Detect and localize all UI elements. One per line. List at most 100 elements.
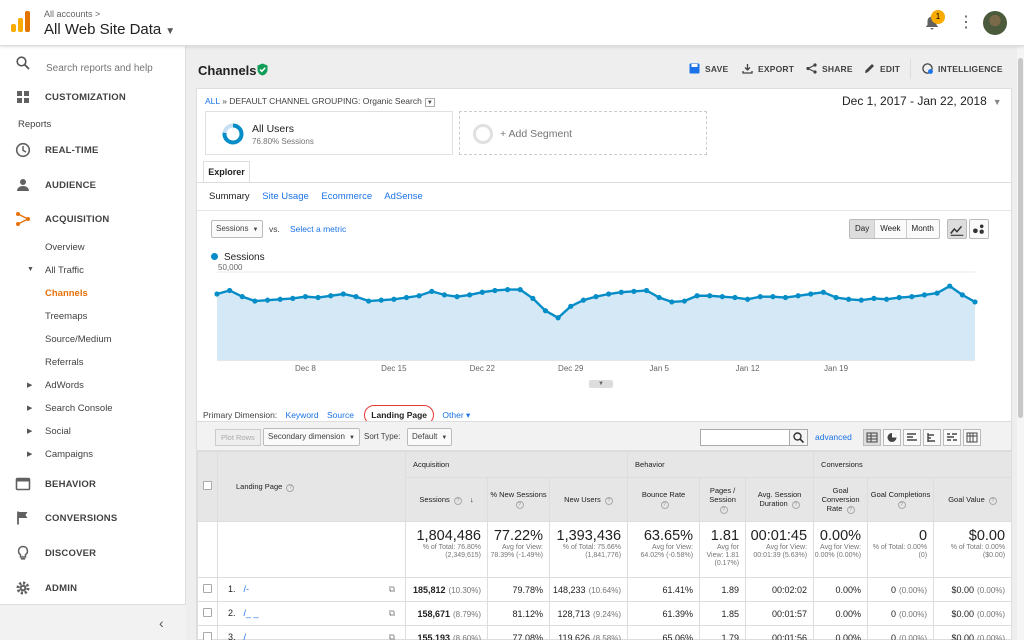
help-icon[interactable]: ?	[988, 496, 997, 505]
advanced-filter-link[interactable]: advanced	[815, 432, 852, 442]
week-button[interactable]: Week	[875, 220, 907, 238]
help-icon[interactable]: ?	[660, 501, 669, 509]
search-button[interactable]	[789, 430, 807, 445]
select-metric-link[interactable]: Select a metric	[290, 224, 346, 234]
sort-type-select[interactable]: Default ▼	[407, 428, 453, 446]
dimension-source[interactable]: Source	[327, 410, 354, 420]
sidebar-sub-social[interactable]: Social	[45, 426, 71, 437]
landing-page-link[interactable]: /_ _	[244, 608, 259, 618]
help-icon[interactable]: ?	[453, 496, 462, 505]
sidebar-sub-overview[interactable]: Overview	[45, 242, 85, 253]
tab-explorer[interactable]: Explorer	[203, 161, 250, 183]
sidebar-sub-treemaps[interactable]: Treemaps	[45, 311, 87, 322]
view-performance-button[interactable]	[903, 429, 921, 446]
view-term-cloud-button[interactable]	[943, 429, 961, 446]
analytics-logo[interactable]	[10, 10, 32, 32]
help-icon[interactable]: ?	[604, 496, 613, 505]
chart-collapse-handle[interactable]: ▼	[589, 380, 613, 388]
subtab-ecommerce[interactable]: Ecommerce	[321, 191, 372, 202]
metric-select[interactable]: Sessions ▼	[211, 220, 264, 238]
col-goal-conv-rate[interactable]: Goal Conversion Rate ?	[813, 477, 869, 522]
view-pie-button[interactable]	[883, 429, 901, 446]
col-landing-page[interactable]: Landing Page ?	[217, 451, 406, 522]
sidebar-sub-all-traffic[interactable]: All Traffic	[45, 265, 84, 276]
avatar[interactable]	[983, 11, 1007, 35]
page-scrollbar[interactable]	[1017, 46, 1024, 640]
account-breadcrumb[interactable]: All accounts >	[44, 9, 100, 19]
expand-triangle-icon[interactable]: ▶	[27, 381, 32, 389]
help-icon[interactable]: ?	[791, 501, 800, 509]
subtab-site-usage[interactable]: Site Usage	[262, 191, 308, 202]
sidebar-sub-referrals[interactable]: Referrals	[45, 357, 84, 368]
scrollbar-thumb[interactable]	[1018, 58, 1023, 418]
col-new-sessions[interactable]: % New Sessions?	[487, 477, 550, 522]
help-icon[interactable]: ?	[515, 501, 524, 509]
help-icon[interactable]: ?	[286, 483, 295, 492]
col-new-users[interactable]: New Users ?	[548, 477, 629, 522]
sidebar-item-behavior[interactable]: BEHAVIOR	[0, 469, 186, 499]
sidebar-item-audience[interactable]: AUDIENCE	[0, 170, 186, 200]
export-button[interactable]: EXPORT	[742, 63, 794, 74]
sidebar-collapse[interactable]: ‹	[0, 604, 186, 640]
popout-icon[interactable]: ⧉	[389, 608, 395, 619]
save-button[interactable]: SAVE	[689, 63, 728, 74]
sidebar-item-admin[interactable]: ADMIN	[0, 573, 186, 603]
col-pages-session[interactable]: Pages / Session?	[699, 477, 747, 522]
day-button[interactable]: Day	[850, 220, 876, 238]
help-icon[interactable]: ?	[897, 501, 906, 509]
sidebar-item-conversions[interactable]: CONVERSIONS	[0, 503, 186, 533]
popout-icon[interactable]: ⧉	[389, 584, 395, 595]
intelligence-button[interactable]: INTELLIGENCE	[922, 63, 1003, 74]
subtab-summary[interactable]: Summary	[209, 191, 250, 202]
sidebar-item-customization[interactable]: CUSTOMIZATION	[0, 82, 186, 112]
sidebar-item-realtime[interactable]: REAL-TIME	[0, 135, 186, 165]
kebab-icon[interactable]: ⋮	[958, 14, 974, 32]
edit-button[interactable]: EDIT	[864, 63, 900, 74]
add-segment-button[interactable]: + Add Segment	[459, 111, 707, 155]
col-bounce-rate[interactable]: Bounce Rate?	[627, 477, 701, 522]
help-icon[interactable]: ?	[846, 505, 855, 514]
breadcrumb-all[interactable]: ALL	[205, 96, 220, 106]
popout-icon[interactable]: ⧉	[389, 632, 395, 640]
sidebar-item-discover[interactable]: DISCOVER	[0, 538, 186, 568]
share-button[interactable]: SHARE	[806, 63, 853, 74]
month-button[interactable]: Month	[907, 220, 939, 238]
row-checkbox[interactable]	[203, 584, 212, 593]
dimension-keyword[interactable]: Keyword	[286, 410, 319, 420]
date-range-picker[interactable]: Dec 1, 2017 - Jan 22, 2018 ▼	[842, 94, 1002, 108]
sidebar-item-acquisition[interactable]: ACQUISITION	[0, 204, 186, 234]
sidebar-sub-campaigns[interactable]: Campaigns	[45, 449, 93, 460]
view-data-button[interactable]	[863, 429, 881, 446]
table-row[interactable]: 2./_ _ ⧉ 158,671 (8.79%) 81.12% 128,713 (9.24%…	[197, 601, 1013, 626]
table-row[interactable]: 1./- ⧉ 185,812 (10.30%) 79.78% 148,233 (10.64%…	[197, 577, 1013, 602]
segment-all-users[interactable]: All Users 76.80% Sessions	[205, 111, 453, 155]
sidebar-sub-source-medium[interactable]: Source/Medium	[45, 334, 112, 345]
row-checkbox[interactable]	[203, 608, 212, 617]
subtab-adsense[interactable]: AdSense	[384, 191, 423, 202]
expand-triangle-icon[interactable]: ▼	[27, 266, 34, 273]
help-icon[interactable]: ?	[719, 505, 728, 514]
property-selector[interactable]: All Web Site Data ▼	[44, 21, 175, 38]
view-comparison-button[interactable]	[923, 429, 941, 446]
col-avg-duration[interactable]: Avg. Session Duration ?	[745, 477, 815, 522]
col-goal-completions[interactable]: Goal Completions?	[867, 477, 935, 522]
expand-triangle-icon[interactable]: ▶	[27, 427, 32, 435]
col-goal-value[interactable]: Goal Value ?	[933, 477, 1013, 522]
dimension-other[interactable]: Other ▾	[442, 410, 470, 420]
line-chart-button[interactable]	[947, 219, 967, 239]
expand-triangle-icon[interactable]: ▶	[27, 404, 32, 412]
landing-page-link[interactable]: /-	[244, 584, 250, 594]
sidebar-sub-channels[interactable]: Channels	[45, 288, 88, 299]
col-sessions[interactable]: Sessions ? ↓	[405, 477, 488, 522]
sidebar-sub-adwords[interactable]: AdWords	[45, 380, 84, 391]
expand-triangle-icon[interactable]: ▶	[27, 450, 32, 458]
landing-page-link[interactable]: /	[244, 632, 247, 640]
motion-chart-button[interactable]	[969, 219, 989, 239]
table-search-input[interactable]	[700, 429, 808, 446]
table-row[interactable]: 3. / ⧉ 155,193 (8.60%) 77.08% 119,626 (8.58%) 65…	[197, 625, 1013, 640]
grouping-dropdown[interactable]: ▼	[424, 98, 435, 107]
select-all-checkbox[interactable]	[203, 481, 212, 490]
row-checkbox[interactable]	[203, 632, 212, 640]
sidebar-search[interactable]: Search reports and help	[0, 46, 186, 80]
plot-rows-button[interactable]: Plot Rows	[215, 429, 261, 446]
